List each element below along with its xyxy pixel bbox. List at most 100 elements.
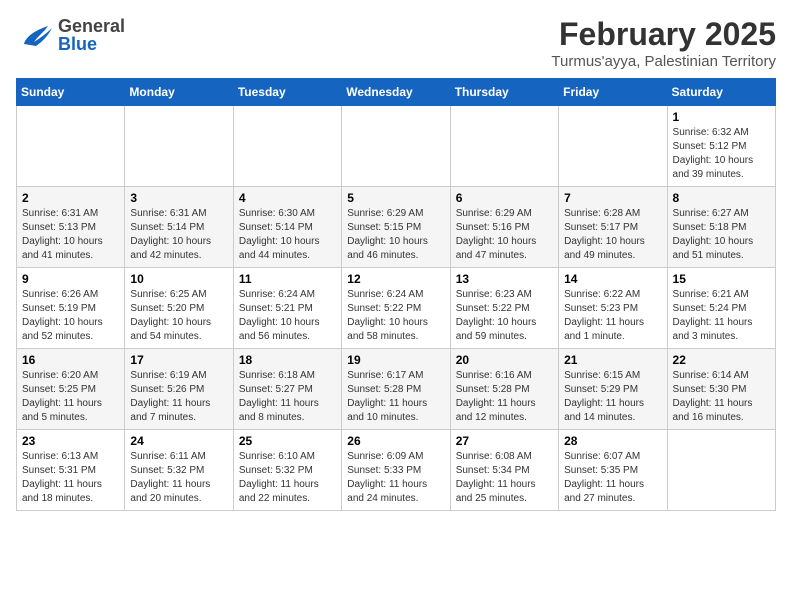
calendar-week-row: 16 Sunrise: 6:20 AM Sunset: 5:25 PM Dayli… bbox=[17, 349, 776, 430]
calendar-cell bbox=[667, 430, 775, 511]
day-info: Sunrise: 6:21 AM Sunset: 5:24 PM Dayligh… bbox=[673, 288, 770, 344]
day-info: Sunrise: 6:07 AM Sunset: 5:35 PM Dayligh… bbox=[564, 450, 661, 506]
day-info: Sunrise: 6:16 AM Sunset: 5:28 PM Dayligh… bbox=[456, 369, 553, 425]
calendar-cell: 9 Sunrise: 6:26 AM Sunset: 5:19 PM Daylig… bbox=[17, 268, 125, 349]
calendar-cell: 15 Sunrise: 6:21 AM Sunset: 5:24 PM Dayli… bbox=[667, 268, 775, 349]
calendar-subtitle: Turmus'ayya, Palestinian Territory bbox=[551, 53, 776, 70]
day-info: Sunrise: 6:31 AM Sunset: 5:13 PM Dayligh… bbox=[22, 207, 119, 263]
calendar-cell bbox=[450, 106, 558, 187]
day-number: 22 bbox=[673, 353, 770, 367]
day-number: 5 bbox=[347, 191, 444, 205]
day-info: Sunrise: 6:19 AM Sunset: 5:26 PM Dayligh… bbox=[130, 369, 227, 425]
day-of-week-header: Wednesday bbox=[342, 79, 450, 106]
calendar-cell: 12Sunrise: 6:24 AM Sunset: 5:22 PM Dayli… bbox=[342, 268, 450, 349]
day-info: Sunrise: 6:08 AM Sunset: 5:34 PM Dayligh… bbox=[456, 450, 553, 506]
day-number: 1 bbox=[673, 110, 770, 124]
day-info: Sunrise: 6:26 AM Sunset: 5:19 PM Dayligh… bbox=[22, 288, 119, 344]
day-info: Sunrise: 6:18 AM Sunset: 5:27 PM Dayligh… bbox=[239, 369, 336, 425]
day-number: 3 bbox=[130, 191, 227, 205]
day-number: 8 bbox=[673, 191, 770, 205]
day-number: 28 bbox=[564, 434, 661, 448]
day-of-week-header: Saturday bbox=[667, 79, 775, 106]
day-of-week-header: Tuesday bbox=[233, 79, 341, 106]
day-number: 15 bbox=[673, 272, 770, 286]
calendar-table: SundayMondayTuesdayWednesdayThursdayFrid… bbox=[16, 78, 776, 511]
calendar-cell: 21Sunrise: 6:15 AM Sunset: 5:29 PM Dayli… bbox=[559, 349, 667, 430]
header: General Blue February 2025 Turmus'ayya, … bbox=[16, 16, 776, 70]
day-number: 4 bbox=[239, 191, 336, 205]
calendar-cell: 24Sunrise: 6:11 AM Sunset: 5:32 PM Dayli… bbox=[125, 430, 233, 511]
day-info: Sunrise: 6:29 AM Sunset: 5:15 PM Dayligh… bbox=[347, 207, 444, 263]
day-info: Sunrise: 6:09 AM Sunset: 5:33 PM Dayligh… bbox=[347, 450, 444, 506]
day-number: 26 bbox=[347, 434, 444, 448]
days-of-week-row: SundayMondayTuesdayWednesdayThursdayFrid… bbox=[17, 79, 776, 106]
day-number: 14 bbox=[564, 272, 661, 286]
calendar-cell: 4 Sunrise: 6:30 AM Sunset: 5:14 PM Daylig… bbox=[233, 187, 341, 268]
logo: General Blue bbox=[16, 16, 125, 54]
day-number: 11 bbox=[239, 272, 336, 286]
day-number: 9 bbox=[22, 272, 119, 286]
calendar-cell: 3 Sunrise: 6:31 AM Sunset: 5:14 PM Daylig… bbox=[125, 187, 233, 268]
day-number: 17 bbox=[130, 353, 227, 367]
day-info: Sunrise: 6:24 AM Sunset: 5:21 PM Dayligh… bbox=[239, 288, 336, 344]
day-of-week-header: Friday bbox=[559, 79, 667, 106]
calendar-cell: 2 Sunrise: 6:31 AM Sunset: 5:13 PM Daylig… bbox=[17, 187, 125, 268]
day-info: Sunrise: 6:30 AM Sunset: 5:14 PM Dayligh… bbox=[239, 207, 336, 263]
calendar-week-row: 9 Sunrise: 6:26 AM Sunset: 5:19 PM Daylig… bbox=[17, 268, 776, 349]
calendar-cell: 20 Sunrise: 6:16 AM Sunset: 5:28 PM Dayli… bbox=[450, 349, 558, 430]
calendar-cell: 8 Sunrise: 6:27 AM Sunset: 5:18 PM Daylig… bbox=[667, 187, 775, 268]
calendar-cell: 6 Sunrise: 6:29 AM Sunset: 5:16 PM Daylig… bbox=[450, 187, 558, 268]
calendar-cell: 13 Sunrise: 6:23 AM Sunset: 5:22 PM Dayli… bbox=[450, 268, 558, 349]
day-number: 21 bbox=[564, 353, 661, 367]
day-info: Sunrise: 6:11 AM Sunset: 5:32 PM Dayligh… bbox=[130, 450, 227, 506]
calendar-cell bbox=[342, 106, 450, 187]
day-info: Sunrise: 6:27 AM Sunset: 5:18 PM Dayligh… bbox=[673, 207, 770, 263]
day-info: Sunrise: 6:23 AM Sunset: 5:22 PM Dayligh… bbox=[456, 288, 553, 344]
day-number: 18 bbox=[239, 353, 336, 367]
calendar-cell: 1 Sunrise: 6:32 AM Sunset: 5:12 PM Daylig… bbox=[667, 106, 775, 187]
calendar-header: SundayMondayTuesdayWednesdayThursdayFrid… bbox=[17, 79, 776, 106]
calendar-cell bbox=[233, 106, 341, 187]
day-number: 6 bbox=[456, 191, 553, 205]
day-number: 27 bbox=[456, 434, 553, 448]
calendar-body: 1 Sunrise: 6:32 AM Sunset: 5:12 PM Daylig… bbox=[17, 106, 776, 511]
calendar-cell: 16 Sunrise: 6:20 AM Sunset: 5:25 PM Dayli… bbox=[17, 349, 125, 430]
day-info: Sunrise: 6:17 AM Sunset: 5:28 PM Dayligh… bbox=[347, 369, 444, 425]
day-info: Sunrise: 6:32 AM Sunset: 5:12 PM Dayligh… bbox=[673, 126, 770, 182]
logo-bird-icon bbox=[16, 16, 54, 54]
day-number: 16 bbox=[22, 353, 119, 367]
day-number: 10 bbox=[130, 272, 227, 286]
day-number: 12 bbox=[347, 272, 444, 286]
calendar-cell: 18 Sunrise: 6:18 AM Sunset: 5:27 PM Dayli… bbox=[233, 349, 341, 430]
calendar-cell: 5 Sunrise: 6:29 AM Sunset: 5:15 PM Daylig… bbox=[342, 187, 450, 268]
logo-general-text: General bbox=[58, 17, 125, 35]
day-info: Sunrise: 6:10 AM Sunset: 5:32 PM Dayligh… bbox=[239, 450, 336, 506]
title-section: February 2025 Turmus'ayya, Palestinian T… bbox=[551, 16, 776, 70]
logo-label: General Blue bbox=[58, 17, 125, 53]
calendar-cell: 22 Sunrise: 6:14 AM Sunset: 5:30 PM Dayli… bbox=[667, 349, 775, 430]
day-of-week-header: Sunday bbox=[17, 79, 125, 106]
calendar-cell bbox=[125, 106, 233, 187]
calendar-cell bbox=[17, 106, 125, 187]
calendar-cell: 11 Sunrise: 6:24 AM Sunset: 5:21 PM Dayli… bbox=[233, 268, 341, 349]
day-info: Sunrise: 6:28 AM Sunset: 5:17 PM Dayligh… bbox=[564, 207, 661, 263]
day-of-week-header: Thursday bbox=[450, 79, 558, 106]
day-info: Sunrise: 6:31 AM Sunset: 5:14 PM Dayligh… bbox=[130, 207, 227, 263]
calendar-week-row: 1 Sunrise: 6:32 AM Sunset: 5:12 PM Daylig… bbox=[17, 106, 776, 187]
calendar-cell: 26 Sunrise: 6:09 AM Sunset: 5:33 PM Dayli… bbox=[342, 430, 450, 511]
day-info: Sunrise: 6:20 AM Sunset: 5:25 PM Dayligh… bbox=[22, 369, 119, 425]
calendar-cell: 7Sunrise: 6:28 AM Sunset: 5:17 PM Daylig… bbox=[559, 187, 667, 268]
calendar-cell: 25Sunrise: 6:10 AM Sunset: 5:32 PM Dayli… bbox=[233, 430, 341, 511]
calendar-title: February 2025 bbox=[551, 16, 776, 53]
day-info: Sunrise: 6:29 AM Sunset: 5:16 PM Dayligh… bbox=[456, 207, 553, 263]
calendar-cell bbox=[559, 106, 667, 187]
day-number: 13 bbox=[456, 272, 553, 286]
day-number: 20 bbox=[456, 353, 553, 367]
day-of-week-header: Monday bbox=[125, 79, 233, 106]
day-info: Sunrise: 6:14 AM Sunset: 5:30 PM Dayligh… bbox=[673, 369, 770, 425]
day-number: 2 bbox=[22, 191, 119, 205]
day-number: 19 bbox=[347, 353, 444, 367]
calendar-week-row: 2 Sunrise: 6:31 AM Sunset: 5:13 PM Daylig… bbox=[17, 187, 776, 268]
calendar-cell: 10Sunrise: 6:25 AM Sunset: 5:20 PM Dayli… bbox=[125, 268, 233, 349]
calendar-cell: 28 Sunrise: 6:07 AM Sunset: 5:35 PM Dayli… bbox=[559, 430, 667, 511]
